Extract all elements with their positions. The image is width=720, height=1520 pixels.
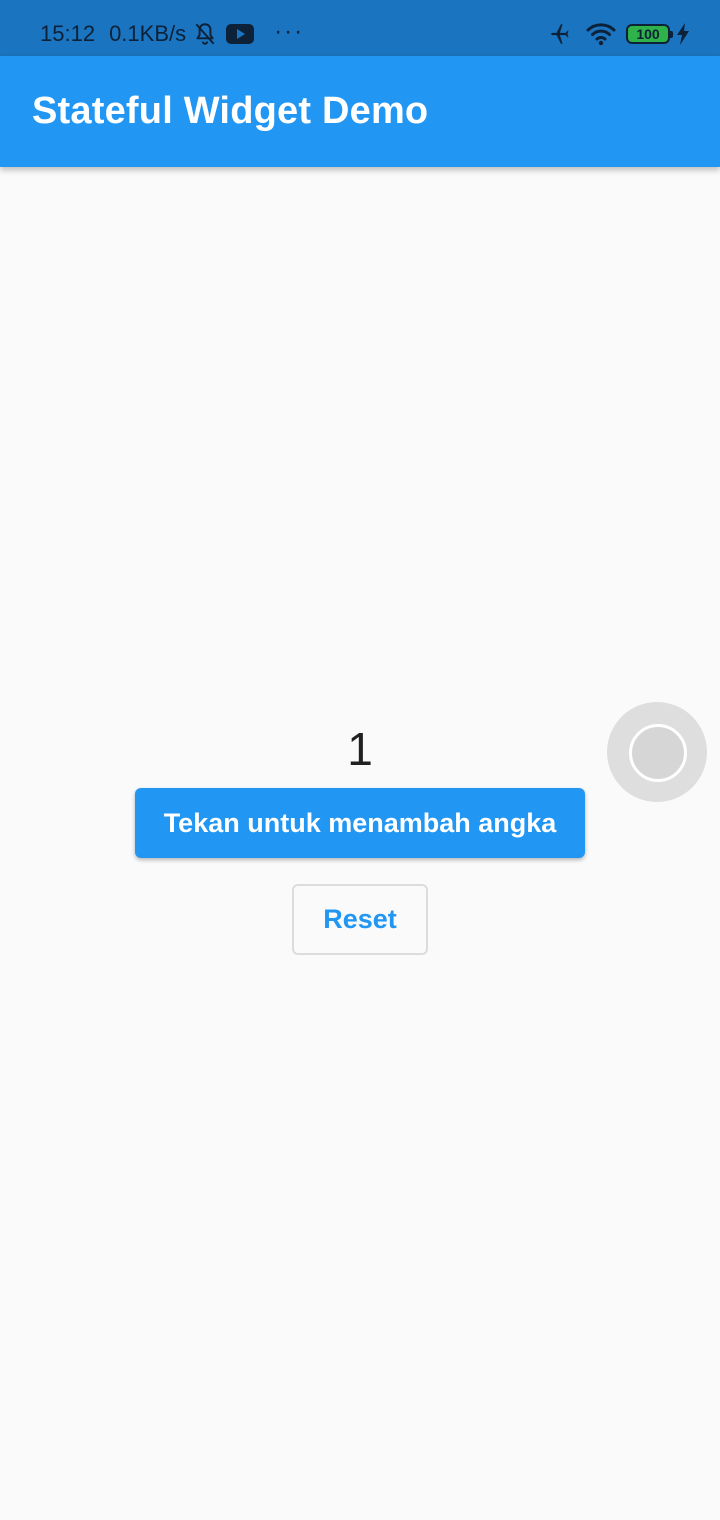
more-dots-icon: ···: [274, 18, 305, 45]
assistive-circle-icon: [629, 724, 687, 782]
status-bar: 15:12 0.1KB/s ··· 100: [0, 0, 720, 56]
charging-icon: [676, 23, 690, 45]
airplane-icon: [548, 21, 576, 47]
bell-off-icon: [192, 21, 218, 47]
floating-assistive-button[interactable]: [607, 702, 707, 802]
increment-button[interactable]: Tekan untuk menambah angka: [135, 788, 585, 858]
page-title: Stateful Widget Demo: [32, 90, 429, 132]
battery-nub: [670, 31, 673, 38]
youtube-icon: [226, 24, 255, 44]
battery-level: 100: [636, 26, 660, 42]
battery-icon: 100: [626, 24, 673, 44]
status-time: 15:12: [40, 21, 96, 46]
reset-button[interactable]: Reset: [292, 884, 428, 955]
wifi-icon: [586, 21, 616, 47]
app-bar: Stateful Widget Demo: [0, 56, 720, 167]
network-speed: 0.1KB/s: [109, 21, 187, 46]
